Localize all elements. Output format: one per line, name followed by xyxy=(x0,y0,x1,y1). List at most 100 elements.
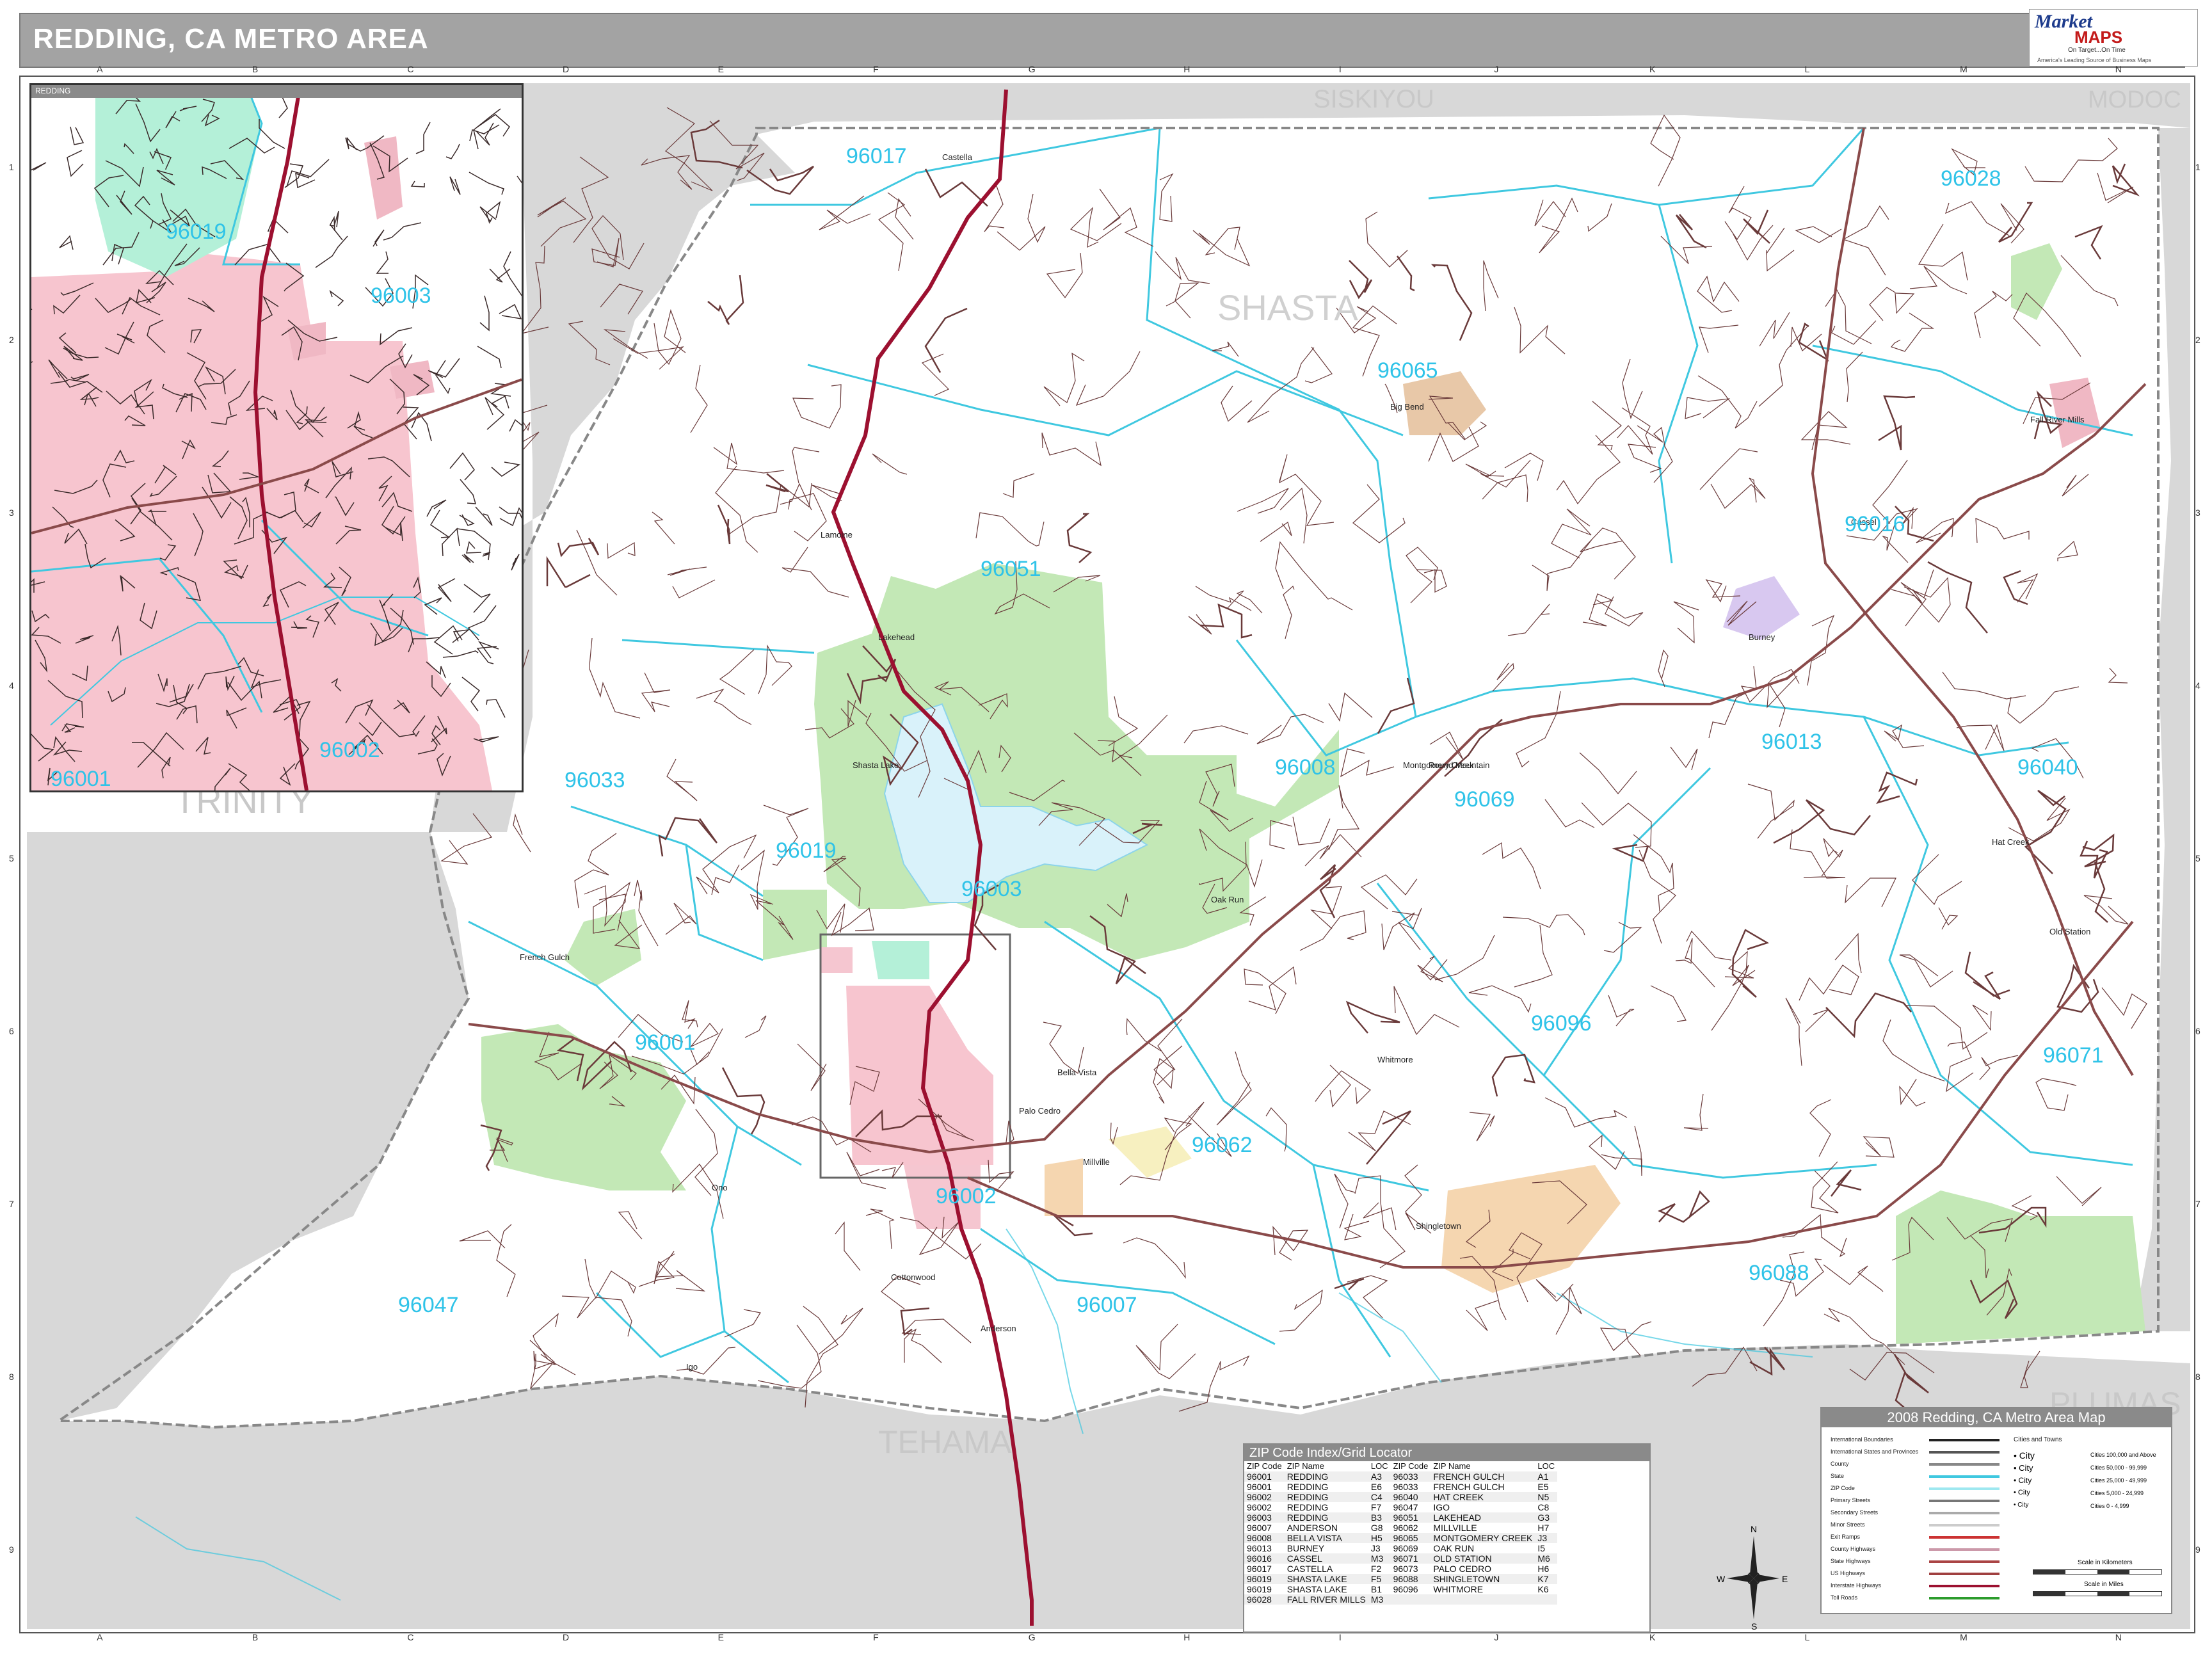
zip-index-cell: HAT CREEK xyxy=(1431,1492,1535,1502)
grid-column-label: G xyxy=(1028,1632,1036,1642)
grid-row-label: 4 xyxy=(9,680,14,691)
legend-swatch xyxy=(1929,1573,2000,1575)
inset-street xyxy=(486,201,501,224)
county-label-modoc: MODOC xyxy=(2088,86,2181,113)
zip-label: 96008 xyxy=(1275,755,1336,780)
zip-label: 96071 xyxy=(2043,1043,2104,1068)
legend-city-symbol: • City xyxy=(2014,1463,2033,1473)
zip-index-cell: SHINGLETOWN xyxy=(1431,1574,1535,1584)
legend-swatch xyxy=(1929,1560,2000,1563)
zip-index-row: 96008 BELLA VISTA H5 96065 MONTGOMERY CREEK J… xyxy=(1244,1533,1558,1543)
place-label: Burney xyxy=(1749,632,1775,642)
inset-street xyxy=(486,699,506,718)
inset-street xyxy=(460,479,477,504)
zip-index-cell: J3 xyxy=(1535,1533,1558,1543)
zip-index-cell: F2 xyxy=(1370,1564,1382,1574)
zip-index-cell: 96017 xyxy=(1247,1564,1272,1574)
grid-column-label: D xyxy=(563,1632,570,1642)
grid-row-label: 9 xyxy=(9,1544,14,1555)
zip-index-cell: 96073 xyxy=(1393,1564,1418,1574)
inset-street xyxy=(452,629,470,643)
zip-index-cell xyxy=(1431,1594,1535,1605)
zip-label: 96016 xyxy=(1845,512,1905,536)
inset-street xyxy=(509,419,522,432)
inset-street xyxy=(345,137,357,150)
zip-index-row: 96003 REDDING B3 96051 LAKEHEAD G3 xyxy=(1244,1512,1558,1523)
logo-subtitle: America's Leading Source of Business Map… xyxy=(2037,57,2152,63)
inset-street xyxy=(517,175,522,184)
zip-index-cell: 96007 xyxy=(1247,1523,1272,1533)
inset-street xyxy=(428,358,460,378)
inset-street xyxy=(429,509,451,538)
legend-row-label: Minor Streets xyxy=(1831,1521,1865,1528)
legend-swatch xyxy=(1929,1524,2000,1527)
grid-column-label: A xyxy=(97,64,103,74)
legend-city-population: Cities 100,000 and Above xyxy=(2090,1452,2156,1458)
inset-street xyxy=(461,677,481,712)
inset-street xyxy=(476,646,497,664)
zip-label: 96062 xyxy=(1192,1133,1253,1157)
inset-pink-blob xyxy=(390,360,435,399)
inset-street xyxy=(442,527,460,557)
compass-n: N xyxy=(1751,1524,1757,1534)
inset-street xyxy=(477,641,499,659)
legend-city-symbol: • City xyxy=(2014,1489,2030,1496)
zip-index-row: 96002 REDDING C4 96040 HAT CREEK N5 xyxy=(1244,1492,1558,1502)
zip-label: 96003 xyxy=(961,877,1022,901)
legend-city-symbol: • City xyxy=(2014,1476,2032,1485)
inset-zip-label: 96019 xyxy=(166,220,227,244)
zip-index-header: ZIP Code xyxy=(1393,1461,1429,1471)
inset-street xyxy=(476,122,494,146)
zip-index-cell: C8 xyxy=(1537,1502,1550,1512)
grid-column-label: I xyxy=(1338,1632,1342,1642)
inset-street xyxy=(329,289,344,307)
inset-map[interactable]: REDDING 96019 96003 96002 96001 REDDING xyxy=(29,83,524,792)
zip-label: 96065 xyxy=(1377,358,1438,383)
grid-column-label: N xyxy=(2115,1632,2122,1642)
grid-column-label: C xyxy=(407,64,414,74)
map-legend: 2008 Redding, CA Metro Area Map Internat… xyxy=(1820,1407,2172,1614)
zip-index-cell: REDDING xyxy=(1284,1492,1368,1502)
inset-street xyxy=(330,216,343,241)
inset-street xyxy=(415,122,431,154)
zip-label: 96019 xyxy=(776,838,837,863)
inset-street xyxy=(469,172,504,195)
zip-index-cell: K7 xyxy=(1535,1574,1558,1584)
inset-street xyxy=(475,506,493,526)
zip-index-cell: 96071 xyxy=(1390,1553,1431,1564)
zip-index-row: 96016 CASSEL M3 96071 OLD STATION M6 xyxy=(1244,1553,1558,1564)
zip-index-cell: FRENCH GULCH xyxy=(1433,1482,1505,1492)
legend-cities-header: Cities and Towns xyxy=(2014,1436,2062,1443)
inset-street xyxy=(479,295,490,332)
compass-rose-icon: N S E W xyxy=(1717,1524,1788,1631)
grid-row-label: 1 xyxy=(2195,162,2200,172)
zip-index-cell: 96019 xyxy=(1244,1574,1285,1584)
inset-street xyxy=(477,346,502,369)
zip-index-cell: 96062 xyxy=(1393,1523,1418,1533)
inset-street xyxy=(373,229,385,247)
zip-label: 96088 xyxy=(1749,1261,1809,1285)
inset-street xyxy=(461,554,474,563)
grid-row-label: 3 xyxy=(9,508,14,518)
grid-column-label: C xyxy=(407,1632,414,1642)
inset-street xyxy=(426,499,447,517)
map-frame: Castella Lamoine Lakehead Shasta Lake Bella … xyxy=(19,76,2195,1633)
legend-city-population: Cities 25,000 - 49,999 xyxy=(2090,1477,2147,1484)
inset-zip-label: 96002 xyxy=(319,738,380,762)
place-label: Igo xyxy=(686,1362,698,1372)
grid-column-label: F xyxy=(873,1632,879,1642)
grid-column-label: M xyxy=(1960,64,1968,74)
inset-street xyxy=(383,222,422,241)
inset-street xyxy=(410,180,425,188)
zip-index-cell: 96003 xyxy=(1244,1512,1285,1523)
inset-street xyxy=(449,452,475,481)
inset-street xyxy=(489,268,511,283)
zip-index-row: 96007 ANDERSON G8 96062 MILLVILLE H7 xyxy=(1244,1523,1557,1533)
inset-street xyxy=(503,251,522,296)
place-label: Castella xyxy=(942,152,973,162)
inset-street xyxy=(466,541,482,554)
grid-row-label: 1 xyxy=(9,162,14,172)
inset-street xyxy=(376,251,389,274)
zip-index-cell: H5 xyxy=(1368,1533,1391,1543)
zip-index-cell: 96002 xyxy=(1247,1502,1272,1512)
